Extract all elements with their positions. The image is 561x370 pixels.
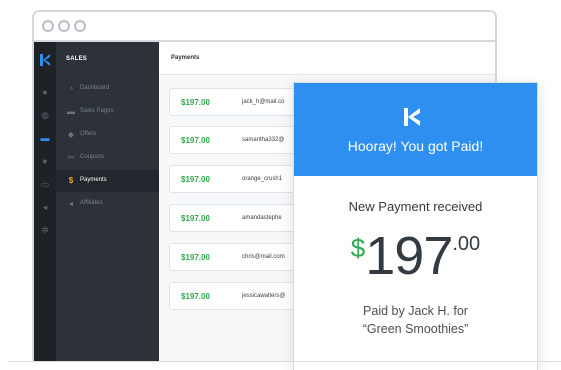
- payment-amount-display: $197.00: [294, 225, 537, 286]
- payment-amount: $197.00: [181, 98, 210, 107]
- page-header: Payments: [159, 42, 495, 75]
- scissors-icon: ✂: [67, 153, 75, 162]
- payment-amount: $197.00: [181, 136, 210, 145]
- paid-by-text: Paid by Jack H. for “Green Smoothies”: [294, 302, 537, 338]
- payment-amount: $197.00: [181, 253, 210, 262]
- sidebar-item-label: Coupons: [80, 154, 105, 160]
- settings-rail-icon[interactable]: ✲: [40, 225, 50, 235]
- payment-amount: $197.00: [181, 292, 210, 301]
- page-title: Payments: [171, 55, 200, 61]
- megaphone-icon: ◂: [68, 199, 73, 208]
- amount-cents: .00: [452, 233, 481, 255]
- sidebar-heading: SALES: [66, 56, 88, 62]
- sidebar-item-label: Sales Pages: [80, 108, 114, 114]
- payment-email: orange_crush1: [242, 176, 283, 182]
- kajabi-logo-icon: [404, 108, 420, 126]
- sidebar-item-coupons[interactable]: ✂ Coupons: [56, 147, 159, 169]
- maximize-window-dot[interactable]: [74, 20, 86, 32]
- payment-email: chris@mail.com: [242, 254, 285, 260]
- user-rail-icon[interactable]: ●: [40, 156, 50, 166]
- megaphone-rail-icon[interactable]: ◂: [40, 202, 50, 212]
- window-titlebar: [34, 12, 495, 42]
- sidebar-item-dashboard[interactable]: ◔ Dashboard: [56, 78, 159, 100]
- payment-amount: $197.00: [181, 214, 210, 223]
- payment-notification-card: Hooray! You got Paid! New Payment receiv…: [293, 82, 538, 370]
- product-name: “Green Smoothies”: [362, 322, 469, 336]
- chart-rail-icon[interactable]: ◍: [40, 110, 50, 120]
- kajabi-logo-icon[interactable]: [40, 54, 50, 66]
- home-rail-icon[interactable]: ●: [40, 87, 50, 97]
- currency-symbol: $: [350, 233, 366, 263]
- payment-email: samantha332@: [242, 137, 285, 143]
- sidebar-item-payments[interactable]: $ Payments: [56, 170, 159, 192]
- sidebar-item-affiliates[interactable]: ◂ Affiliates: [56, 193, 159, 215]
- sidebar-item-label: Payments: [80, 177, 107, 183]
- payment-email: jessicawalters@: [242, 293, 286, 299]
- tag-icon: ◆: [67, 130, 75, 139]
- sidebar-item-label: Dashboard: [80, 85, 110, 91]
- icon-rail: ● ◍ ▬ ● ▭ ◂ ✲: [34, 42, 56, 362]
- sidebar-item-offers[interactable]: ◆ Offers: [56, 124, 159, 146]
- close-window-dot[interactable]: [42, 20, 54, 32]
- dollar-icon: $: [68, 176, 74, 185]
- payment-email: jack_h@mail.co: [242, 99, 285, 105]
- sidebar-item-sales-pages[interactable]: ▬ Sales Pages: [56, 101, 159, 123]
- minimize-window-dot[interactable]: [58, 20, 70, 32]
- monitor-rail-icon[interactable]: ▭: [40, 179, 50, 189]
- sales-sidebar: SALES ◔ Dashboard ▬ Sales Pages ◆ Offers…: [56, 42, 159, 362]
- sidebar-item-label: Affiliates: [80, 200, 103, 206]
- dashboard-icon: ◔: [68, 84, 74, 93]
- amount-whole: 197: [365, 226, 453, 286]
- paid-by-line: Paid by Jack H. for: [363, 304, 468, 318]
- sales-pages-icon: ▬: [67, 107, 75, 116]
- notification-title: Hooray! You got Paid!: [347, 138, 484, 154]
- notification-subtitle: New Payment received: [348, 199, 483, 214]
- cart-rail-icon[interactable]: ▬: [40, 133, 50, 143]
- payment-amount: $197.00: [181, 175, 210, 184]
- baseline-divider: [8, 361, 561, 362]
- sidebar-item-label: Offers: [80, 131, 97, 137]
- notification-banner: Hooray! You got Paid!: [294, 83, 537, 176]
- payment-email: amandastephe: [242, 215, 282, 221]
